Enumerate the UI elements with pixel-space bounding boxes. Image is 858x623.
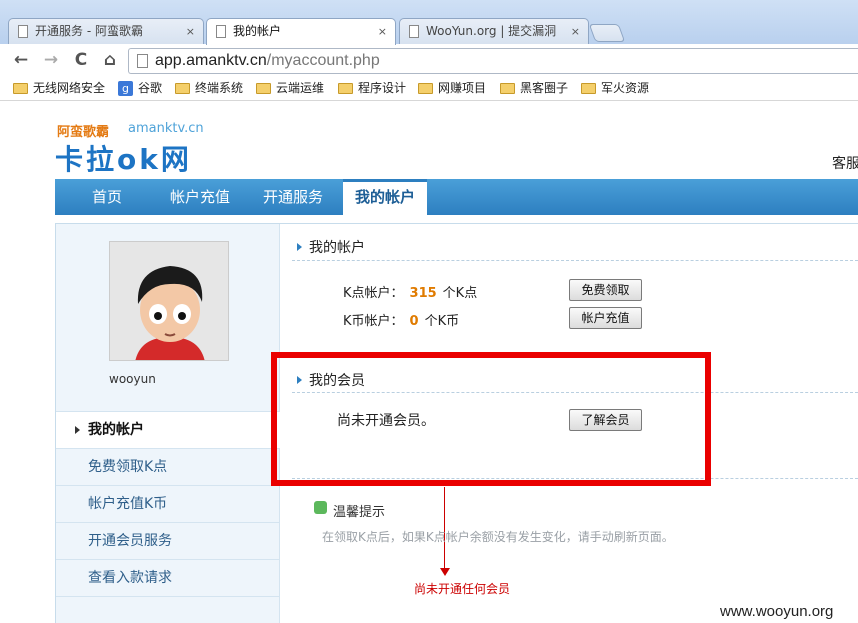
new-tab-button[interactable] bbox=[588, 24, 626, 42]
tab-wooyun[interactable]: WooYun.org | 提交漏洞 × bbox=[399, 18, 589, 44]
bookmark-online-earning[interactable]: 网赚项目 bbox=[418, 80, 486, 97]
bookmark-arsenal[interactable]: 军火资源 bbox=[581, 80, 649, 97]
nav-my-account[interactable]: 我的帐户 bbox=[343, 179, 427, 215]
nav-open-service[interactable]: 开通服务 bbox=[253, 179, 333, 215]
tab-open-service[interactable]: 开通服务 - 阿蛮歌霸 × bbox=[8, 18, 204, 44]
folder-icon bbox=[500, 83, 515, 94]
tab-close-icon[interactable]: × bbox=[378, 19, 387, 44]
site-logo[interactable]: 卡拉ok网 bbox=[55, 138, 192, 178]
folder-icon bbox=[418, 83, 433, 94]
bookmark-label: 无线网络安全 bbox=[33, 81, 106, 95]
recharge-button[interactable]: 帐户充值 bbox=[569, 307, 642, 329]
k-points-value: 315 bbox=[409, 286, 437, 301]
folder-icon bbox=[175, 83, 190, 94]
bookmark-label: 程序设计 bbox=[358, 81, 407, 95]
section-divider bbox=[292, 260, 858, 261]
side-item-deposit-requests[interactable]: 查看入款请求 bbox=[56, 560, 280, 597]
tips-text: 在领取K点后，如果K点帐户余额没有发生变化，请手动刷新页面。 bbox=[322, 530, 674, 544]
bookmark-google[interactable]: g 谷歌 bbox=[118, 80, 162, 97]
sidebar: wooyun 我的帐户 免费领取K点 帐户充值K币 开通会员服务 查看入款请求 bbox=[56, 224, 280, 623]
nav-home[interactable]: 首页 bbox=[73, 179, 141, 215]
google-icon: g bbox=[118, 81, 133, 96]
forward-icon[interactable]: → bbox=[40, 50, 62, 72]
folder-icon bbox=[13, 83, 28, 94]
avatar bbox=[109, 241, 229, 361]
page-icon bbox=[409, 25, 419, 38]
tab-title: 开通服务 - 阿蛮歌霸 bbox=[35, 24, 143, 38]
k-points-unit: 个K点 bbox=[442, 286, 478, 301]
tab-title: 我的帐户 bbox=[233, 24, 282, 38]
tab-my-account[interactable]: 我的帐户 × bbox=[206, 18, 396, 45]
page-icon bbox=[137, 54, 148, 68]
tab-close-icon[interactable]: × bbox=[186, 19, 195, 44]
tab-title: WooYun.org | 提交漏洞 bbox=[426, 24, 557, 38]
bookmark-hacker-circle[interactable]: 黑客圈子 bbox=[500, 80, 568, 97]
side-item-membership-service[interactable]: 开通会员服务 bbox=[56, 523, 280, 560]
side-item-recharge-k-coins[interactable]: 帐户充值K币 bbox=[56, 486, 280, 523]
customer-service-link[interactable]: 客服 bbox=[832, 153, 858, 173]
side-menu: 我的帐户 免费领取K点 帐户充值K币 开通会员服务 查看入款请求 bbox=[56, 411, 280, 597]
bookmark-label: 谷歌 bbox=[138, 81, 163, 95]
bookmark-label: 终端系统 bbox=[195, 81, 244, 95]
bookmark-terminal-systems[interactable]: 终端系统 bbox=[175, 80, 243, 97]
folder-icon bbox=[256, 83, 271, 94]
reload-icon[interactable]: C bbox=[70, 50, 92, 72]
url-text[interactable]: app.amanktv.cn/myaccount.php bbox=[155, 51, 380, 71]
info-icon bbox=[314, 501, 327, 514]
browser-tab-bar: 开通服务 - 阿蛮歌霸 × 我的帐户 × WooYun.org | 提交漏洞 × bbox=[0, 0, 858, 45]
home-icon[interactable]: ⌂ bbox=[99, 50, 121, 72]
page-icon bbox=[216, 25, 226, 38]
main-nav: 首页 帐户充值 开通服务 我的帐户 bbox=[55, 179, 858, 215]
section-title-my-account: 我的帐户 bbox=[295, 237, 365, 257]
bookmark-wireless-security[interactable]: 无线网络安全 bbox=[13, 80, 105, 97]
annotation-text: 尚未开通任何会员 bbox=[414, 582, 511, 596]
bookmark-label: 云端运维 bbox=[276, 81, 325, 95]
address-bar[interactable]: app.amanktv.cn/myaccount.php bbox=[128, 48, 858, 74]
bookmarks-bar: 无线网络安全 g 谷歌 终端系统 云端运维 程序设计 网赚项目 黑客圈子 军火资源 bbox=[0, 77, 858, 101]
bookmark-label: 黑客圈子 bbox=[520, 81, 569, 95]
nav-recharge[interactable]: 帐户充值 bbox=[159, 179, 241, 215]
arrow-head-icon bbox=[440, 568, 450, 576]
k-coins-value: 0 bbox=[409, 314, 419, 329]
bookmark-label: 网赚项目 bbox=[438, 81, 487, 95]
tab-close-icon[interactable]: × bbox=[571, 19, 580, 44]
bookmark-programming[interactable]: 程序设计 bbox=[338, 80, 406, 97]
back-icon[interactable]: ← bbox=[10, 50, 32, 72]
k-points-row: K点帐户： 315 个K点 bbox=[343, 282, 477, 301]
url-path: /myaccount.php bbox=[266, 52, 380, 69]
watermark: www.wooyun.org bbox=[720, 603, 834, 620]
logo-domain: amanktv.cn bbox=[128, 121, 204, 136]
side-item-free-k-points[interactable]: 免费领取K点 bbox=[56, 449, 280, 486]
free-claim-button[interactable]: 免费领取 bbox=[569, 279, 642, 301]
tips-title: 温馨提示 bbox=[333, 505, 386, 520]
k-coins-label: K币帐户： bbox=[343, 314, 404, 329]
avatar-image bbox=[110, 242, 228, 360]
folder-icon bbox=[581, 83, 596, 94]
highlight-box bbox=[271, 352, 711, 486]
username: wooyun bbox=[109, 372, 156, 386]
folder-icon bbox=[338, 83, 353, 94]
bookmark-label: 军火资源 bbox=[601, 81, 650, 95]
k-coins-unit: 个K币 bbox=[424, 314, 460, 329]
page-icon bbox=[18, 25, 28, 38]
browser-toolbar: ← → C ⌂ app.amanktv.cn/myaccount.php bbox=[0, 44, 858, 77]
k-coins-row: K币帐户： 0 个K币 bbox=[343, 310, 459, 329]
url-host: app.amanktv.cn bbox=[155, 52, 267, 69]
k-points-label: K点帐户： bbox=[343, 286, 404, 301]
bookmark-cloud-ops[interactable]: 云端运维 bbox=[256, 80, 324, 97]
side-item-my-account[interactable]: 我的帐户 bbox=[56, 412, 280, 449]
